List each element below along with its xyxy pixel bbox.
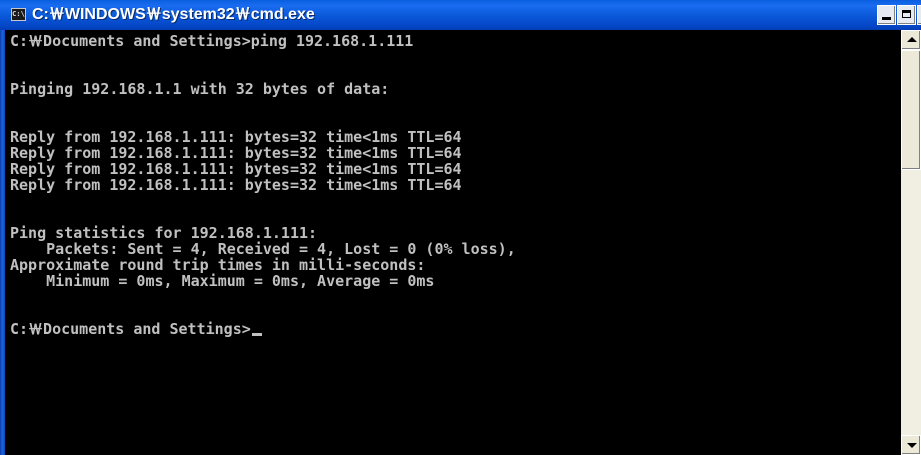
text-cursor: [251, 333, 262, 336]
close-button[interactable]: ×: [917, 5, 921, 25]
console-line: C:￦Documents and Settings>ping 192.168.1…: [10, 32, 414, 50]
console-line: Packets: Sent = 4, Received = 4, Lost = …: [10, 240, 516, 258]
maximize-icon: [902, 10, 911, 18]
cmd-window: C:\ C:￦WINDOWS￦system32￦cmd.exe × C:￦Doc…: [0, 0, 921, 455]
scroll-up-button[interactable]: [901, 30, 921, 50]
console-line: Reply from 192.168.1.111: bytes=32 time<…: [10, 160, 462, 178]
scroll-down-button[interactable]: [901, 435, 921, 455]
console-line: Reply from 192.168.1.111: bytes=32 time<…: [10, 176, 462, 194]
minimize-button[interactable]: [877, 5, 896, 25]
console-icon[interactable]: C:\: [11, 8, 26, 21]
console-line: Approximate round trip times in milli-se…: [10, 256, 426, 274]
arrow-up-icon: [907, 37, 917, 42]
console-line: Pinging 192.168.1.1 with 32 bytes of dat…: [10, 80, 390, 98]
window-title: C:￦WINDOWS￦system32￦cmd.exe: [32, 6, 315, 23]
title-bar[interactable]: C:\ C:￦WINDOWS￦system32￦cmd.exe ×: [0, 0, 921, 31]
console-line: Reply from 192.168.1.111: bytes=32 time<…: [10, 128, 462, 146]
console-line: Reply from 192.168.1.111: bytes=32 time<…: [10, 144, 462, 162]
arrow-down-icon: [907, 443, 917, 448]
scroll-thumb[interactable]: [901, 50, 921, 170]
maximize-button[interactable]: [897, 5, 916, 25]
console-prompt-line[interactable]: C:￦Documents and Settings>: [10, 322, 262, 337]
console-line: Minimum = 0ms, Maximum = 0ms, Average = …: [10, 272, 435, 290]
console-prompt: C:￦Documents and Settings>: [10, 320, 251, 338]
vertical-scrollbar[interactable]: [901, 30, 921, 455]
console-line: Ping statistics for 192.168.1.111:: [10, 224, 318, 242]
console-output[interactable]: C:￦Documents and Settings>ping 192.168.1…: [5, 30, 901, 455]
minimize-icon: [882, 17, 891, 20]
